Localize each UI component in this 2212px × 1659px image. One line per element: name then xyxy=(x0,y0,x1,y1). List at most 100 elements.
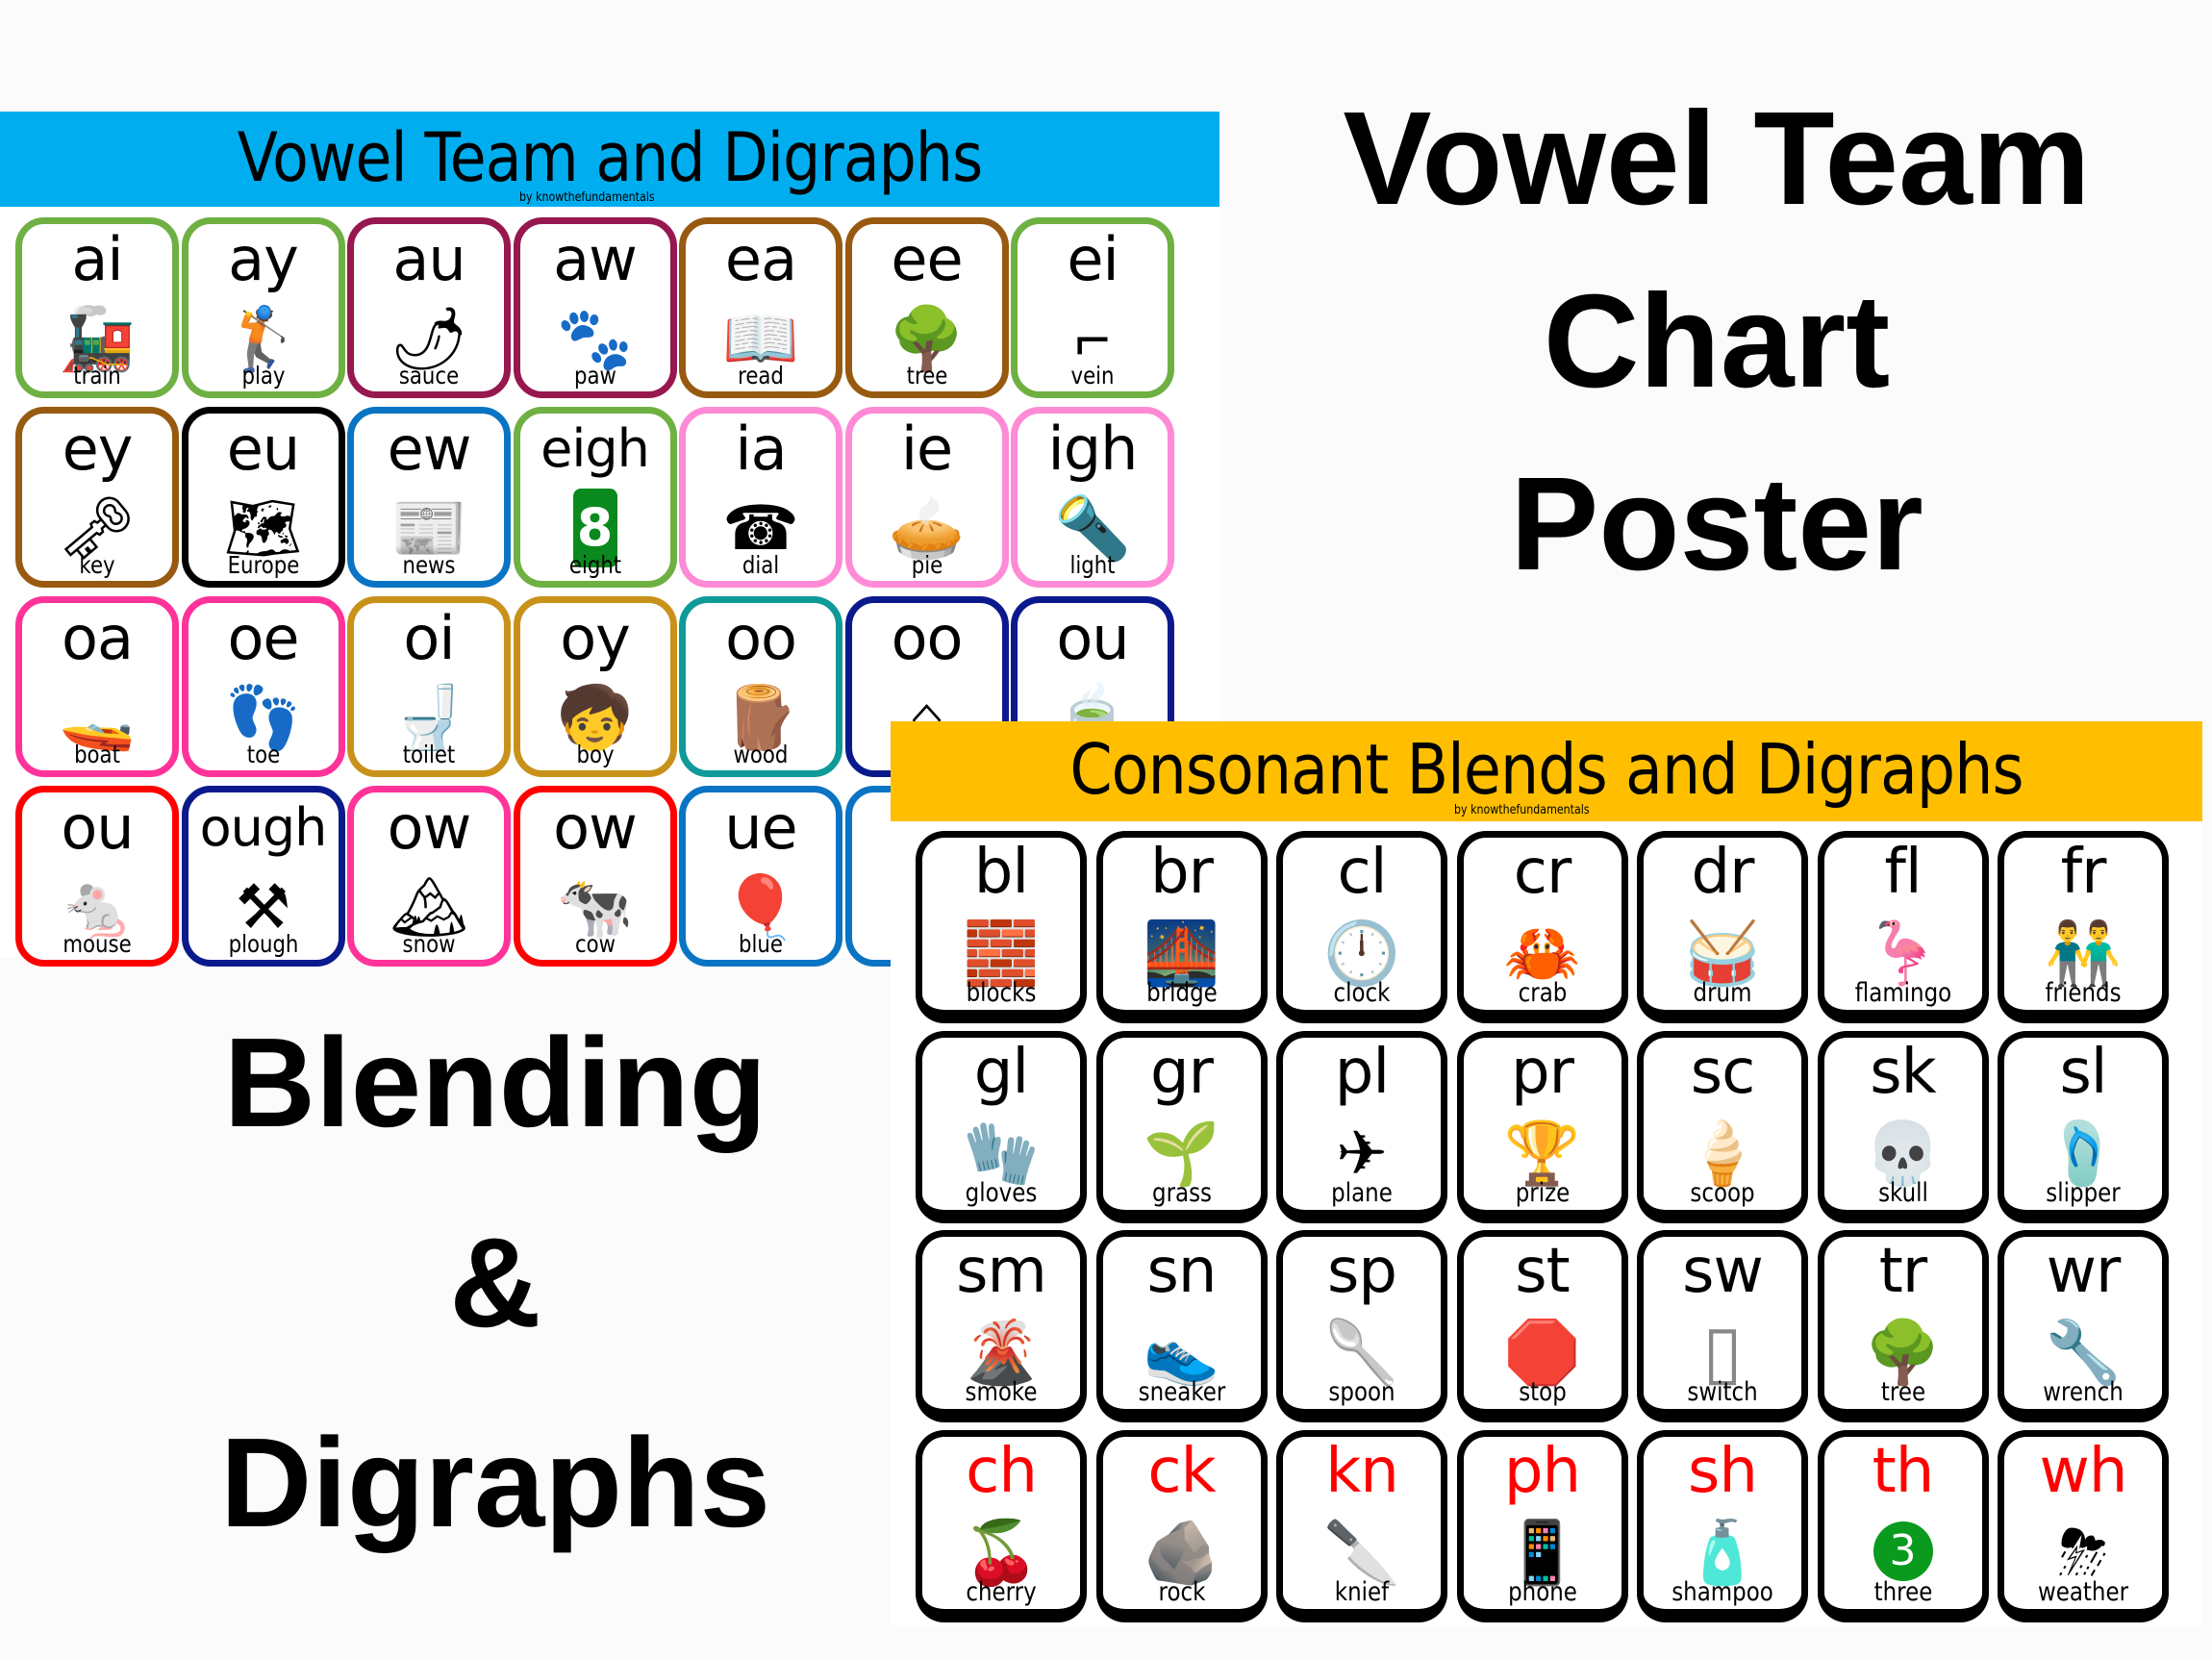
card-letters: oe xyxy=(227,603,299,673)
card-word: tree xyxy=(906,362,947,390)
card-letters: ia xyxy=(735,414,787,484)
consonant-card-ph: ph 📱 phone xyxy=(1456,1429,1628,1622)
card-word: Europe xyxy=(227,551,299,579)
card-letters: ph xyxy=(1503,1435,1581,1507)
card-word: boy xyxy=(575,741,615,768)
card-letters: ei xyxy=(1067,224,1119,294)
card-word: train xyxy=(73,362,121,390)
card-word: smoke xyxy=(965,1377,1038,1407)
vowel-chart-headline: Vowel Team Chart Poster xyxy=(1221,92,2212,641)
consonant-card-fl: fl 🦩 flamingo xyxy=(1817,831,1989,1023)
headline-line: Chart xyxy=(1543,267,1891,415)
vowel-card-ough: ough ⚒ plough xyxy=(181,786,345,967)
vowel-card-au: au 🌶 sauce xyxy=(347,217,511,398)
card-letters: au xyxy=(392,224,465,294)
number-three-icon: 3 xyxy=(1873,1521,1933,1581)
card-word: flamingo xyxy=(1854,978,1951,1008)
card-word: blue xyxy=(739,930,783,958)
card-word: cherry xyxy=(966,1576,1037,1607)
vowel-card-ew: ew 📰 news xyxy=(347,407,511,588)
card-word: play xyxy=(241,362,285,390)
vowel-card-ou: ou 🐁 mouse xyxy=(15,786,179,967)
card-word: read xyxy=(738,362,784,390)
consonant-card-bl: bl 🧱 blocks xyxy=(916,831,1087,1023)
card-word: scoop xyxy=(1690,1177,1755,1208)
consonant-card-sl: sl 🩴 slipper xyxy=(1998,1030,2169,1223)
card-word: cow xyxy=(574,930,616,958)
card-letters: ch xyxy=(966,1435,1038,1507)
card-word: switch xyxy=(1687,1377,1758,1407)
consonant-card-wh: wh ⛈ weather xyxy=(1998,1429,2169,1622)
card-word: knief xyxy=(1334,1576,1390,1607)
card-word: plane xyxy=(1331,1177,1393,1208)
consonant-card-sn: sn 👟 sneaker xyxy=(1095,1230,1268,1422)
consonant-card-gr: gr 🌱 grass xyxy=(1095,1030,1268,1223)
card-letters: gl xyxy=(973,1036,1029,1108)
card-letters: cl xyxy=(1337,837,1388,908)
consonant-card-br: br 🌉 bridge xyxy=(1095,831,1268,1023)
card-word: sneaker xyxy=(1138,1377,1225,1407)
card-letters: ai xyxy=(71,224,123,294)
card-letters: br xyxy=(1150,837,1214,908)
card-letters: ck xyxy=(1147,1435,1216,1507)
card-word: gloves xyxy=(965,1177,1038,1208)
headline-line: & xyxy=(449,1212,541,1353)
card-word: snow xyxy=(402,930,456,958)
card-word: rock xyxy=(1158,1576,1205,1607)
consonant-card-gl: gl 🧤 gloves xyxy=(916,1030,1087,1223)
card-letters: fr xyxy=(2060,837,2107,908)
card-letters: ie xyxy=(900,414,953,484)
consonant-card-sp: sp 🥄 spoon xyxy=(1276,1230,1447,1422)
card-letters: oo xyxy=(725,603,797,673)
card-word: pie xyxy=(911,551,943,579)
card-letters: cr xyxy=(1513,837,1572,908)
card-letters: ou xyxy=(61,792,134,863)
consonant-card-cr: cr 🦀 crab xyxy=(1456,831,1628,1023)
vowel-card-ie: ie 🥧 pie xyxy=(844,407,1009,588)
card-word: stop xyxy=(1518,1377,1567,1407)
vowel-card-ei: ei ⌐ vein xyxy=(1011,217,1174,398)
card-word: toilet xyxy=(402,741,456,768)
card-word: paw xyxy=(573,362,616,390)
vowel-poster-title: Vowel Team and Digraphs xyxy=(237,118,983,197)
consonant-poster-title: Consonant Blends and Digraphs xyxy=(1069,729,2023,810)
card-letters: sn xyxy=(1146,1236,1218,1307)
card-letters: eu xyxy=(226,414,300,484)
card-letters: ue xyxy=(724,792,797,863)
consonant-card-dr: dr 🥁 drum xyxy=(1637,831,1808,1023)
card-letters: st xyxy=(1515,1236,1570,1307)
consonant-card-sw: sw ▯ switch xyxy=(1637,1230,1808,1422)
consonant-card-ck: ck 🪨 rock xyxy=(1095,1429,1268,1622)
consonant-poster-header: Consonant Blends and Digraphs by knowthe… xyxy=(891,721,2202,821)
card-word: tree xyxy=(1880,1377,1925,1407)
card-letters: pl xyxy=(1334,1036,1390,1108)
card-word: blocks xyxy=(966,978,1037,1008)
card-letters: oa xyxy=(62,603,134,673)
consonant-card-st: st 🛑 stop xyxy=(1456,1230,1628,1422)
headline-line: Poster xyxy=(1510,450,1923,598)
consonant-card-grid: bl 🧱 blocks br 🌉 bridge cl 🕛 clock cr 🦀 crab dr 🥁 drum… xyxy=(916,831,2204,1629)
card-word: sauce xyxy=(398,362,460,390)
card-letters: wr xyxy=(2046,1236,2122,1307)
consonant-card-tr: tr 🌳 tree xyxy=(1817,1230,1989,1422)
card-word: mouse xyxy=(63,930,132,958)
card-letters: ow xyxy=(553,792,638,863)
vowel-card-ea: ea 📖 read xyxy=(679,217,842,398)
consonant-card-th: th 3 three xyxy=(1817,1429,1989,1622)
card-letters: ew xyxy=(387,414,472,484)
card-word: clock xyxy=(1333,978,1391,1008)
card-letters: gr xyxy=(1150,1036,1214,1108)
card-letters: sw xyxy=(1682,1236,1764,1307)
card-letters: wh xyxy=(2039,1435,2128,1507)
blending-digraphs-headline: Blending & Digraphs xyxy=(106,1019,885,1620)
consonant-blends-poster: Consonant Blends and Digraphs by knowthe… xyxy=(891,721,2202,1625)
vowel-card-ai: ai 🚂 train xyxy=(15,217,179,398)
headline-line: Vowel Team xyxy=(1343,85,2091,233)
card-word: prize xyxy=(1515,1177,1570,1208)
card-word: skull xyxy=(1877,1177,1928,1208)
consonant-card-cl: cl 🕛 clock xyxy=(1276,831,1447,1023)
card-word: spoon xyxy=(1328,1377,1395,1407)
consonant-card-pr: pr 🏆 prize xyxy=(1456,1030,1628,1223)
card-word: bridge xyxy=(1145,978,1218,1008)
consonant-card-pl: pl ✈ plane xyxy=(1276,1030,1447,1223)
